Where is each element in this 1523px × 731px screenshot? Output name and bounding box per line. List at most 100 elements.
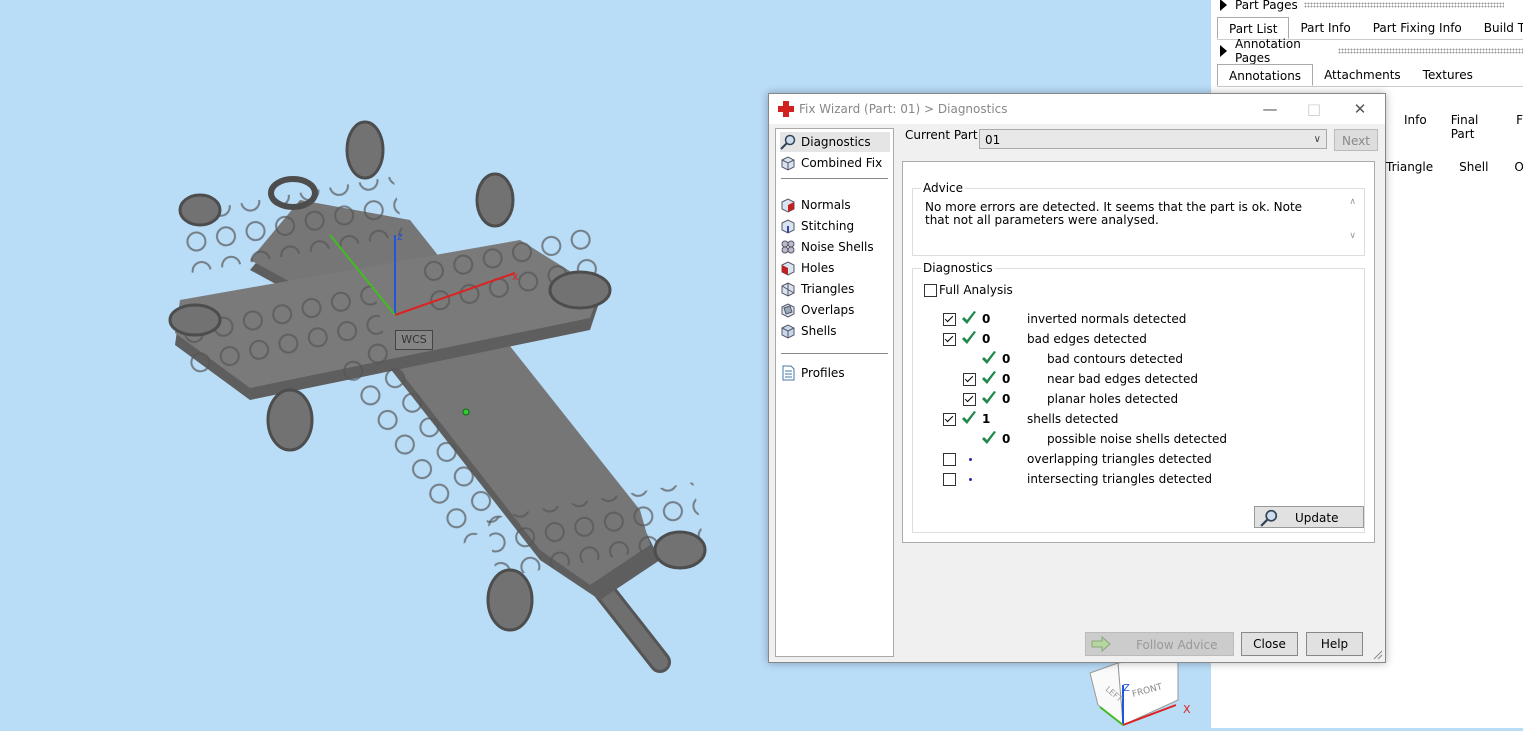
info-tabs: Info Final Part F [1380, 113, 1523, 141]
current-part-label: Current Part: [905, 128, 982, 142]
full-analysis-label: Full Analysis [939, 283, 1013, 297]
nav-item-stitching[interactable]: Stitching [780, 216, 890, 236]
mesh-tabs: Triangle Shell Over [1380, 160, 1523, 174]
magnifier-icon [1260, 509, 1278, 527]
nav-item-label: Profiles [801, 366, 845, 380]
arrow-right-icon [1091, 636, 1111, 652]
normals-icon [781, 198, 795, 213]
row-count: 0 [1002, 372, 1011, 386]
diagnostics-panel: Advice No more errors are detected. It s… [902, 161, 1375, 543]
checkmark-icon [982, 431, 996, 444]
full-analysis-checkbox[interactable] [924, 284, 937, 297]
tab-shell[interactable]: Shell [1459, 160, 1488, 174]
nav-item-diagnostics[interactable]: Diagnostics [780, 132, 890, 152]
noise-shells-icon [781, 240, 795, 254]
title-bar[interactable]: Fix Wizard (Part: 01) > Diagnostics — □ … [769, 94, 1385, 124]
resize-grip-icon[interactable] [1373, 650, 1383, 660]
nav-item-overlaps[interactable]: Overlaps [780, 300, 890, 320]
tab-part-info[interactable]: Part Info [1289, 17, 1361, 39]
maximize-button[interactable]: □ [1300, 98, 1328, 120]
scroll-up-icon[interactable]: ∧ [1349, 197, 1356, 207]
row-checkbox[interactable] [943, 313, 956, 326]
help-button[interactable]: Help [1306, 632, 1363, 656]
row-count: 0 [1002, 392, 1011, 406]
minimize-button[interactable]: — [1256, 98, 1284, 120]
nav-item-triangles[interactable]: Triangles [780, 279, 890, 299]
row-checkbox[interactable] [943, 473, 956, 486]
tab-overlaps[interactable]: Over [1514, 160, 1523, 174]
nav-item-combined-fix[interactable]: Combined Fix [780, 153, 890, 173]
row-count: 0 [982, 312, 991, 326]
checkmark-icon [962, 311, 976, 324]
row-label: near bad edges detected [1047, 372, 1198, 386]
next-button[interactable]: Next [1334, 129, 1378, 151]
row-count: 1 [982, 412, 991, 426]
row-label: inverted normals detected [1027, 312, 1187, 326]
divider-dots [1338, 48, 1523, 54]
row-label: overlapping triangles detected [1027, 452, 1212, 466]
overlaps-icon [781, 303, 795, 318]
tab-attachments[interactable]: Attachments [1313, 64, 1412, 86]
diagnostics-title: Diagnostics [921, 261, 995, 275]
tab-build-time[interactable]: Build Time E [1473, 17, 1523, 39]
row-checkbox[interactable] [963, 373, 976, 386]
triangles-icon [781, 282, 795, 297]
follow-advice-button[interactable]: Follow Advice [1085, 632, 1234, 656]
nav-item-label: Holes [801, 261, 835, 275]
nav-separator [781, 353, 888, 354]
nav-item-holes[interactable]: Holes [780, 258, 890, 278]
annotation-pages-header[interactable]: Annotation Pages [1220, 37, 1523, 65]
row-checkbox[interactable] [943, 453, 956, 466]
annotation-tabs: Annotations Attachments Textures [1217, 64, 1523, 87]
cube-icon [781, 156, 795, 171]
row-count: 0 [1002, 352, 1011, 366]
tab-info[interactable]: Info [1404, 113, 1427, 141]
nav-item-label: Normals [801, 198, 851, 212]
checkmark-icon [982, 391, 996, 404]
close-button[interactable]: Close [1241, 632, 1298, 656]
advice-title: Advice [921, 181, 966, 195]
nav-item-profiles[interactable]: Profiles [780, 363, 890, 383]
magnifier-icon [780, 134, 796, 150]
chevron-down-icon: ∨ [1313, 134, 1321, 145]
tab-part-list[interactable]: Part List [1217, 17, 1290, 39]
expand-triangle-icon [1220, 0, 1227, 11]
tab-final-part[interactable]: Final Part [1451, 113, 1492, 141]
red-cross-icon [778, 101, 794, 117]
row-checkbox[interactable] [943, 333, 956, 346]
nav-item-label: Noise Shells [801, 240, 874, 254]
cross-model [168, 120, 707, 673]
row-label: possible noise shells detected [1047, 432, 1228, 446]
row-checkbox[interactable] [963, 393, 976, 406]
annotation-pages-label: Annotation Pages [1235, 37, 1301, 65]
tab-f[interactable]: F [1516, 113, 1523, 141]
tab-textures[interactable]: Textures [1412, 64, 1484, 86]
scroll-down-icon[interactable]: ∨ [1349, 231, 1356, 241]
tab-annotations[interactable]: Annotations [1217, 64, 1314, 86]
axis-z-label: z [397, 230, 403, 243]
nav-cube[interactable]: LEFT FRONT Z X [1088, 654, 1198, 728]
tab-triangle[interactable]: Triangle [1386, 160, 1433, 174]
row-label: planar holes detected [1047, 392, 1179, 406]
row-label: bad contours detected [1047, 352, 1183, 366]
nav-cube-z: Z [1123, 683, 1130, 694]
nav-item-noise-shells[interactable]: Noise Shells [780, 237, 890, 257]
nav-item-shells[interactable]: Shells [780, 321, 890, 341]
close-window-button[interactable]: ✕ [1346, 98, 1374, 120]
nav-item-label: Triangles [801, 282, 855, 296]
current-part-value: 01 [985, 133, 1001, 147]
update-label: Update [1295, 511, 1339, 525]
status-dot-icon [969, 478, 972, 481]
row-count: 0 [1002, 432, 1011, 446]
part-pages-header[interactable]: Part Pages [1220, 0, 1504, 13]
row-label: bad edges detected [1027, 332, 1147, 346]
wizard-nav: Diagnostics Combined Fix Normals Stitchi… [775, 128, 894, 657]
nav-item-label: Shells [801, 324, 837, 338]
nav-item-normals[interactable]: Normals [780, 195, 890, 215]
row-checkbox[interactable] [943, 413, 956, 426]
update-button[interactable]: Update [1254, 506, 1364, 528]
tab-part-fixing-info[interactable]: Part Fixing Info [1362, 17, 1473, 39]
current-part-select[interactable]: 01 ∨ [979, 129, 1327, 149]
nav-item-label: Overlaps [801, 303, 855, 317]
nav-item-label: Combined Fix [801, 156, 883, 170]
